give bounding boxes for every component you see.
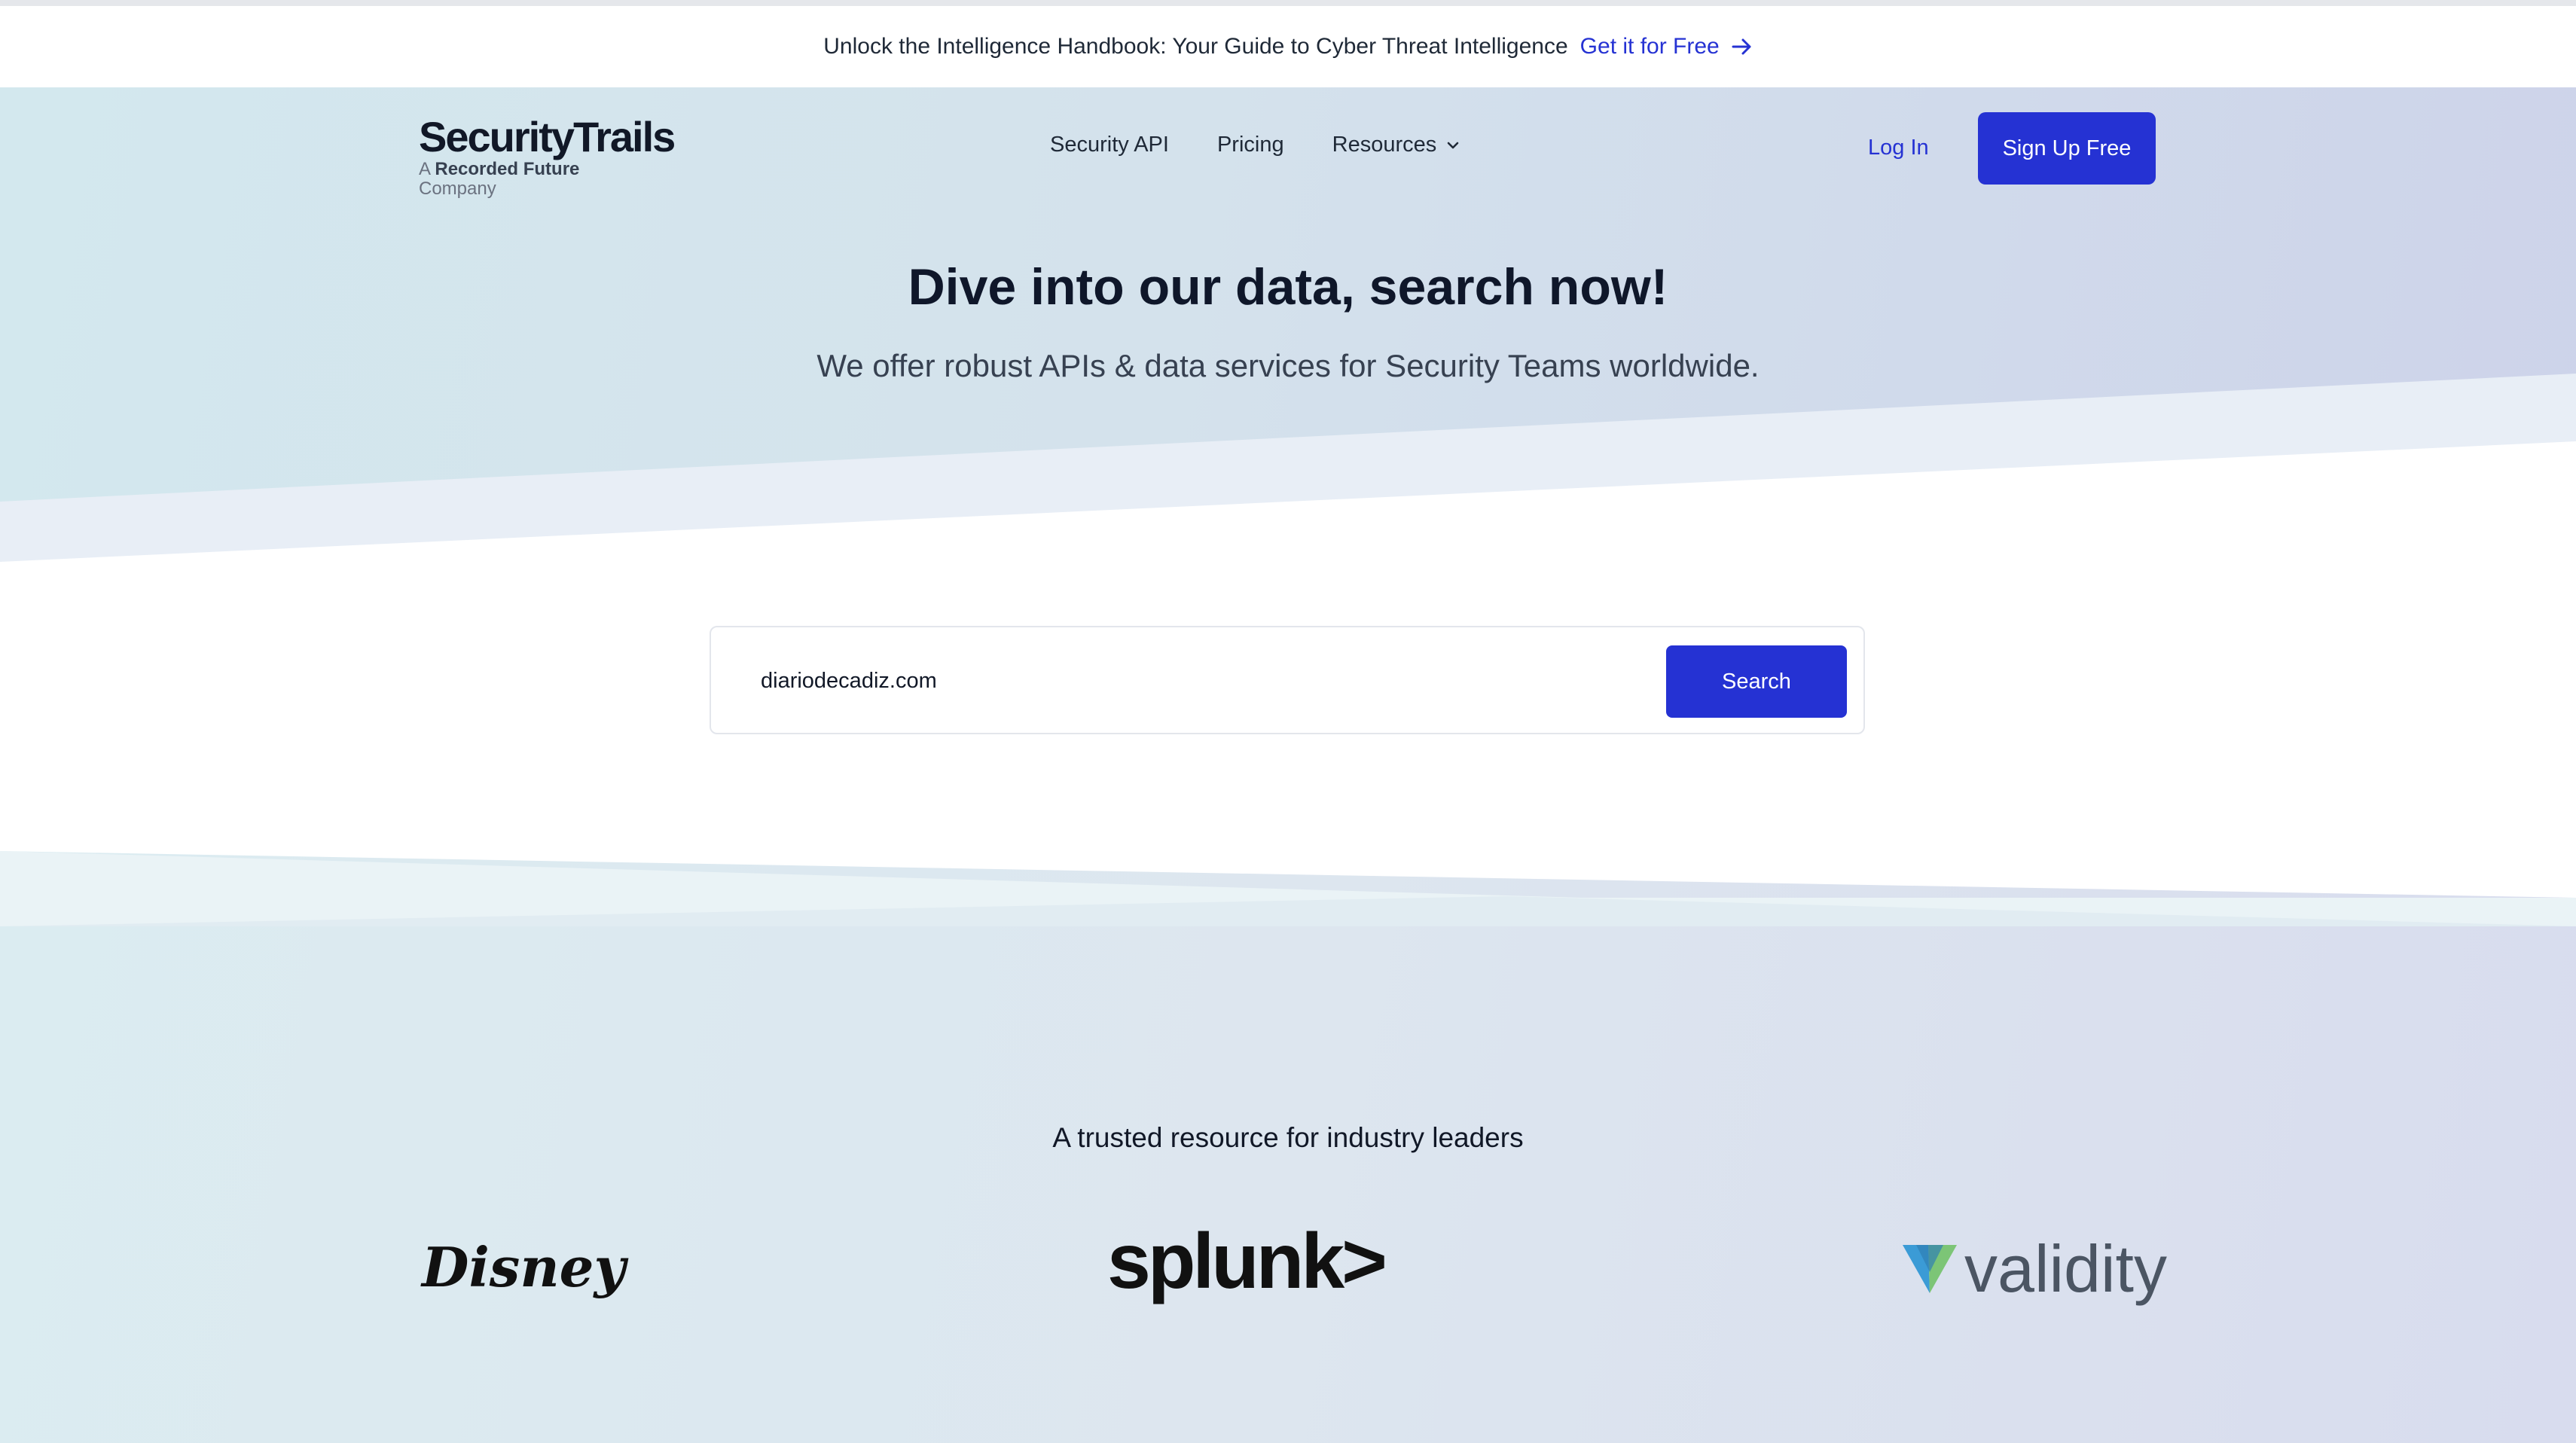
disney-logo: Disney: [422, 1235, 626, 1299]
announcement-cta-link[interactable]: Get it for Free: [1580, 34, 1753, 59]
logo-tagline-brand: Recorded Future: [435, 159, 580, 179]
signup-button[interactable]: Sign Up Free: [1978, 112, 2156, 185]
validity-wordmark: validity: [1964, 1231, 2167, 1306]
nav-item-resources-label: Resources: [1332, 133, 1437, 157]
logo-tagline-prefix: A: [419, 159, 430, 179]
hero-title: Dive into our data, search now!: [908, 258, 1668, 316]
main-nav: Security API Pricing Resources: [1050, 133, 1509, 157]
nav-item-pricing[interactable]: Pricing: [1217, 133, 1284, 157]
search-input[interactable]: [759, 657, 1591, 704]
site-header: SecurityTrails A Recorded Future Company…: [0, 87, 2576, 208]
logo-wordmark: SecurityTrails: [419, 113, 676, 160]
logo-tagline: A Recorded Future Company: [419, 160, 660, 199]
logo-tagline-suffix: Company: [419, 178, 496, 199]
chevron-down-icon: [1447, 142, 1459, 148]
hero-subtitle: We offer robust APIs & data services for…: [816, 348, 1760, 383]
splunk-logo: splunk>: [1107, 1218, 1387, 1305]
arrow-right-icon: [1732, 38, 1751, 55]
trusted-heading: A trusted resource for industry leaders: [1052, 1122, 1524, 1153]
search-form: Search: [710, 626, 1865, 734]
announcement-bar: Unlock the Intelligence Handbook: Your G…: [0, 6, 2576, 87]
nav-item-resources[interactable]: Resources: [1332, 133, 1461, 157]
top-border: [0, 0, 2576, 6]
search-button[interactable]: Search: [1666, 645, 1847, 718]
nav-item-security-api[interactable]: Security API: [1050, 133, 1169, 157]
validity-logo: validity: [1901, 1231, 2167, 1307]
announcement-cta-label: Get it for Free: [1579, 34, 1720, 59]
validity-mark-icon: [1903, 1245, 1957, 1293]
announcement-text: Unlock the Intelligence Handbook: Your G…: [823, 34, 1568, 59]
lower-wave-decoration: [0, 851, 2576, 926]
login-link[interactable]: Log In: [1868, 136, 1929, 160]
securitytrails-logo[interactable]: SecurityTrails A Recorded Future Company: [419, 113, 676, 199]
